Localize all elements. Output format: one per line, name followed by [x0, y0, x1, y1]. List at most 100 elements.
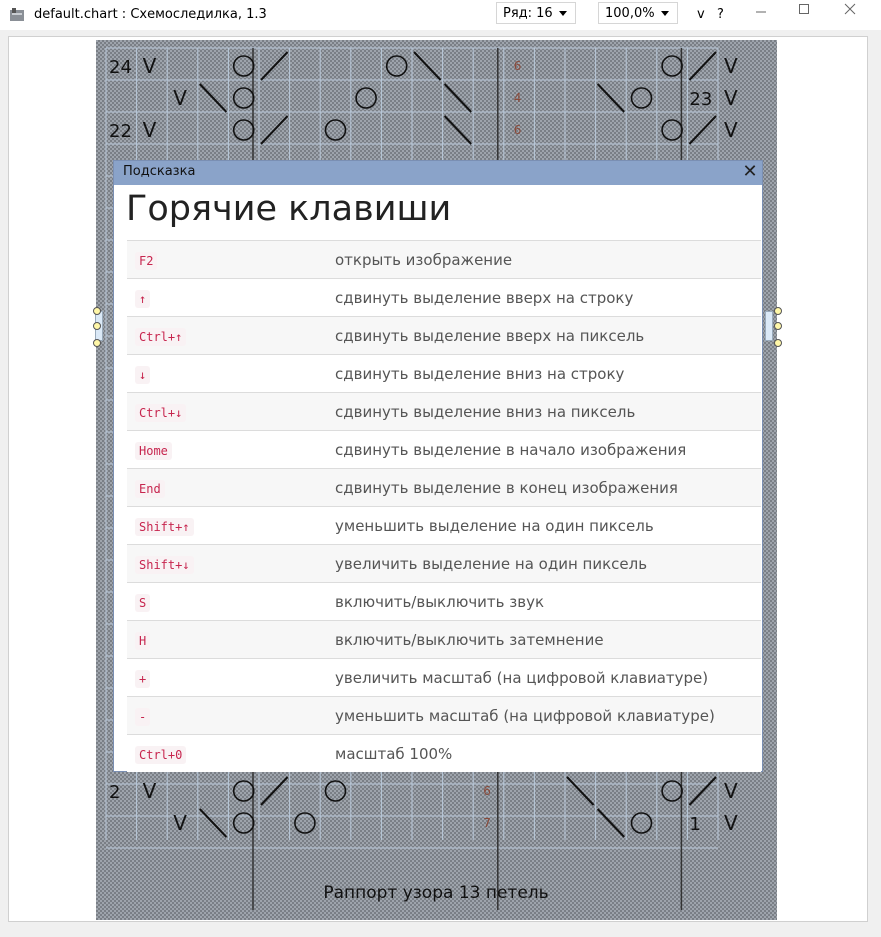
hotkey-key: ↑	[135, 290, 151, 308]
title-bar: default.chart : Схемоследилка, 1.3 Ряд: …	[0, 0, 881, 30]
stitch-count: 6	[514, 123, 522, 137]
hotkey-key: Shift+↓	[135, 556, 194, 574]
zoom-dropdown[interactable]: 100,0%	[598, 2, 678, 24]
hotkey-row: Hвключить/выключить затемнение	[127, 620, 761, 659]
chevron-down-icon	[660, 11, 669, 16]
decrease-symbol	[688, 115, 717, 145]
hotkey-key-cell: Shift+↓	[127, 544, 335, 583]
decrease-symbol	[443, 83, 472, 113]
hotkey-key: -	[135, 708, 151, 726]
hotkey-key: Ctrl+↓	[135, 404, 187, 422]
dialog-title: Горячие клавиши	[126, 189, 452, 229]
decrease-symbol	[199, 83, 228, 113]
row-number: 24	[109, 57, 132, 78]
hotkey-description: сдвинуть выделение вверх на пиксель	[335, 316, 761, 355]
row-number: 1	[689, 814, 700, 835]
zoom-dropdown-value: 100,0%	[605, 6, 655, 21]
hotkey-description: сдвинуть выделение в начало изображения	[335, 430, 761, 469]
menu-button[interactable]: v	[697, 7, 705, 22]
hotkey-key-cell: Ctrl+0	[127, 734, 335, 772]
hotkey-key-cell: Home	[127, 430, 335, 469]
decrease-symbol	[566, 776, 595, 806]
selection-edge-right[interactable]	[765, 311, 773, 341]
minimize-button[interactable]	[746, 0, 776, 22]
hotkey-description: включить/выключить звук	[335, 582, 761, 621]
stitch-symbol: V	[143, 54, 157, 78]
hotkey-row: Ctrl+↓ сдвинуть выделение вниз на пиксель	[127, 392, 761, 431]
hotkey-key-cell: ↑	[127, 278, 335, 317]
hotkey-key-cell: +	[127, 658, 335, 697]
hotkeys-dialog: Подсказка ✕ Горячие клавиши F2 открыть из…	[113, 160, 763, 772]
decrease-symbol	[260, 776, 289, 806]
hotkey-description: сдвинуть выделение в конец изображения	[335, 468, 761, 507]
row-number: 22	[109, 121, 132, 142]
close-dialog-button[interactable]: ✕	[740, 163, 760, 183]
hotkey-key-cell: Ctrl+↑	[127, 316, 335, 355]
stitch-symbol: V	[724, 811, 738, 835]
hotkey-key: S	[135, 594, 151, 612]
stitch-count: 6	[483, 784, 491, 798]
chart-caption: Раппорт узора 13 петель	[323, 883, 548, 903]
stitch-count: 4	[514, 91, 522, 105]
hotkey-row: - уменьшить масштаб (на цифровой клавиату…	[127, 696, 761, 735]
hotkeys-table: F2 открыть изображение ↑ сдвинуть выделение…	[127, 240, 761, 772]
dialog-caption: Подсказка	[123, 164, 196, 179]
stitch-count: 6	[514, 59, 522, 73]
hotkey-description: увеличить масштаб (на цифровой клавиатур…	[335, 658, 761, 697]
hotkey-description: открыть изображение	[335, 240, 761, 279]
selection-handle[interactable]	[774, 322, 782, 330]
yarn-over-symbol	[355, 87, 377, 109]
decrease-symbol	[596, 808, 625, 838]
selection-handle[interactable]	[774, 339, 782, 347]
selection-handle[interactable]	[93, 322, 101, 330]
hotkey-key: Ctrl+↑	[135, 328, 187, 346]
maximize-icon	[799, 4, 809, 14]
selection-handle[interactable]	[774, 307, 782, 315]
maximize-button[interactable]	[789, 0, 819, 22]
chevron-down-icon	[558, 11, 567, 16]
close-icon	[844, 3, 856, 15]
stitch-symbol: V	[173, 86, 187, 110]
close-icon: ✕	[742, 161, 758, 182]
decrease-symbol	[688, 776, 717, 806]
hotkey-description: увеличить выделение на один пиксель	[335, 544, 761, 583]
decrease-symbol	[596, 83, 625, 113]
decrease-symbol	[413, 51, 442, 81]
yarn-over-symbol	[232, 87, 255, 109]
stitch-symbol: V	[724, 54, 738, 78]
stitch-symbol: V	[724, 118, 738, 142]
minimize-icon	[756, 11, 766, 13]
yarn-over-symbol	[232, 55, 255, 77]
yarn-over-symbol	[324, 119, 347, 141]
hotkey-row: Shift+↓ увеличить выделение на один пиксе…	[127, 544, 761, 583]
hotkey-row: Shift+↑ уменьшить выделение на один пиксе…	[127, 506, 761, 545]
hotkey-key-cell: ↓	[127, 354, 335, 393]
hotkey-row: End сдвинуть выделение в конец изображени…	[127, 468, 761, 507]
stitch-count: 7	[483, 816, 491, 830]
help-button[interactable]: ?	[717, 7, 724, 22]
dialog-header: Подсказка ✕	[114, 161, 762, 185]
row-dropdown[interactable]: Ряд: 16	[496, 2, 576, 24]
yarn-over-symbol	[661, 55, 683, 77]
hotkey-row: ↑ сдвинуть выделение вверх на строку	[127, 278, 761, 317]
hotkey-key-cell: Shift+↑	[127, 506, 335, 545]
hotkey-key-cell: S	[127, 582, 335, 621]
app-icon	[10, 8, 24, 21]
yarn-over-symbol	[661, 119, 683, 141]
hotkey-description: масштаб 100%	[335, 734, 761, 772]
hotkey-row: + увеличить масштаб (на цифровой клавиату…	[127, 658, 761, 697]
hotkey-row: Ctrl+0 масштаб 100%	[127, 734, 761, 772]
selection-handle[interactable]	[93, 339, 101, 347]
hotkey-description: сдвинуть выделение вверх на строку	[335, 278, 761, 317]
decrease-symbol	[260, 51, 289, 81]
hotkey-key: F2	[135, 252, 158, 270]
selection-handle[interactable]	[93, 307, 101, 315]
hotkey-key: End	[135, 480, 165, 498]
hotkey-key: Ctrl+0	[135, 746, 187, 764]
stitch-symbol: V	[143, 779, 157, 803]
hotkey-key: Shift+↑	[135, 518, 194, 536]
hotkey-description: включить/выключить затемнение	[335, 620, 761, 659]
hotkey-row: Sвключить/выключить звук	[127, 582, 761, 621]
yarn-over-symbol	[385, 55, 408, 77]
close-window-button[interactable]	[835, 0, 865, 22]
